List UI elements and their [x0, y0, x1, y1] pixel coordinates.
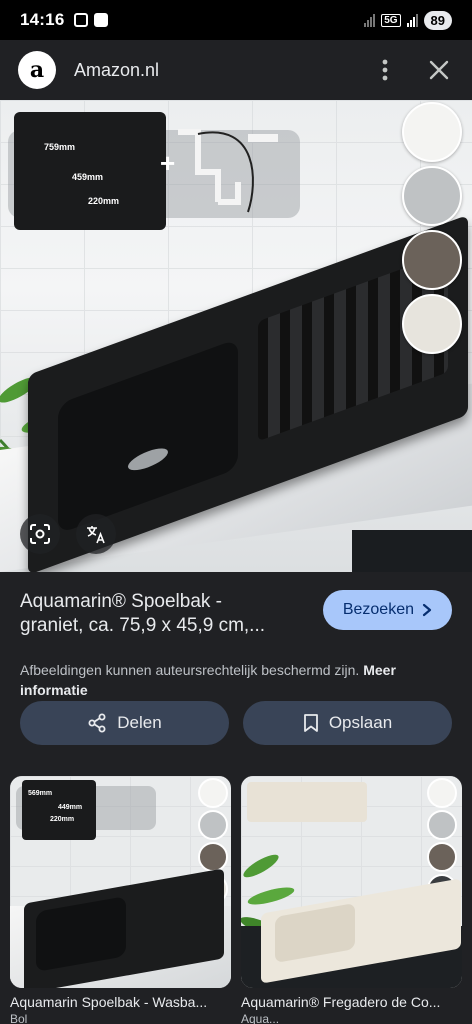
product-info: Aquamarin® Spoelbak - graniet, ca. 75,9 …	[0, 572, 472, 700]
title-row: Aquamarin® Spoelbak - graniet, ca. 75,9 …	[20, 590, 452, 638]
inset-sink-diagram	[14, 112, 166, 230]
close-button[interactable]	[424, 55, 454, 85]
signal-icon-2	[406, 13, 418, 27]
screen-record-icon	[74, 13, 89, 27]
drain-fitting-diagram	[178, 129, 278, 213]
check-icon	[94, 13, 109, 27]
disclaimer-text: Afbeeldingen kunnen auteursrechtelijk be…	[20, 662, 360, 678]
related-results: 569mm 449mm 220mm Aquamarin Spoelbak - W…	[10, 776, 462, 1024]
related-dim-1: 569mm	[28, 790, 53, 797]
action-buttons: Delen Opslaan	[20, 701, 452, 745]
main-product-image[interactable]: 759mm 459mm 220mm +	[0, 100, 472, 572]
swatch-white[interactable]	[402, 102, 462, 162]
more-options-button[interactable]	[370, 55, 400, 85]
sink-basin	[58, 338, 238, 535]
share-label: Delen	[117, 713, 162, 732]
related-source: Aqua...	[241, 1012, 280, 1024]
status-time: 14:16	[20, 10, 65, 29]
chevron-right-icon	[422, 603, 432, 617]
visit-button[interactable]: Bezoeken	[322, 590, 452, 630]
dim-width-label: 759mm	[44, 142, 76, 152]
swatch-grey[interactable]	[402, 166, 462, 226]
dark-cabinet	[352, 530, 472, 572]
close-icon	[429, 60, 449, 80]
related-dim-2: 449mm	[58, 804, 83, 811]
amazon-logo-icon: a	[18, 51, 56, 89]
status-notification-icons	[74, 13, 109, 27]
related-image[interactable]: 569mm 449mm 220mm	[10, 776, 231, 988]
dim-height-label: 220mm	[88, 196, 120, 206]
network-type: 5G	[381, 13, 401, 27]
app-header: a Amazon.nl	[0, 40, 472, 100]
lens-search-button[interactable]	[20, 514, 60, 554]
save-button[interactable]: Opslaan	[243, 701, 452, 745]
lens-icon	[30, 524, 50, 544]
related-dim-3: 220mm	[50, 816, 75, 823]
dim-depth-label: 459mm	[72, 172, 104, 182]
color-swatches	[402, 102, 462, 354]
swatch-cream[interactable]	[402, 294, 462, 354]
related-title[interactable]: Aquamarin® Fregadero de Co...	[241, 994, 462, 1010]
related-card[interactable]: Aquamarin® Fregadero de Co... Aqua...	[241, 776, 462, 1024]
signal-icon	[364, 13, 376, 27]
status-right: 5G 89	[364, 10, 452, 30]
translate-icon	[87, 526, 105, 544]
swatch-brown[interactable]	[402, 230, 462, 290]
more-vert-icon	[382, 59, 388, 81]
site-name[interactable]: Amazon.nl	[74, 60, 159, 81]
related-source: Bol	[10, 1012, 28, 1024]
related-card[interactable]: 569mm 449mm 220mm Aquamarin Spoelbak - W…	[10, 776, 231, 1024]
related-image[interactable]	[241, 776, 462, 988]
related-title[interactable]: Aquamarin Spoelbak - Wasba...	[10, 994, 231, 1010]
visit-label: Bezoeken	[342, 601, 414, 618]
status-bar: 14:16 5G 89	[0, 0, 472, 40]
logo-letter: a	[29, 57, 45, 83]
battery-level: 89	[423, 10, 452, 30]
bookmark-icon	[303, 714, 318, 732]
translate-button[interactable]	[76, 514, 116, 554]
save-label: Opslaan	[328, 713, 393, 732]
product-title[interactable]: Aquamarin® Spoelbak - graniet, ca. 75,9 …	[20, 590, 290, 638]
share-button[interactable]: Delen	[20, 701, 229, 745]
copyright-disclaimer: Afbeeldingen kunnen auteursrechtelijk be…	[20, 660, 452, 700]
share-icon	[88, 713, 106, 733]
